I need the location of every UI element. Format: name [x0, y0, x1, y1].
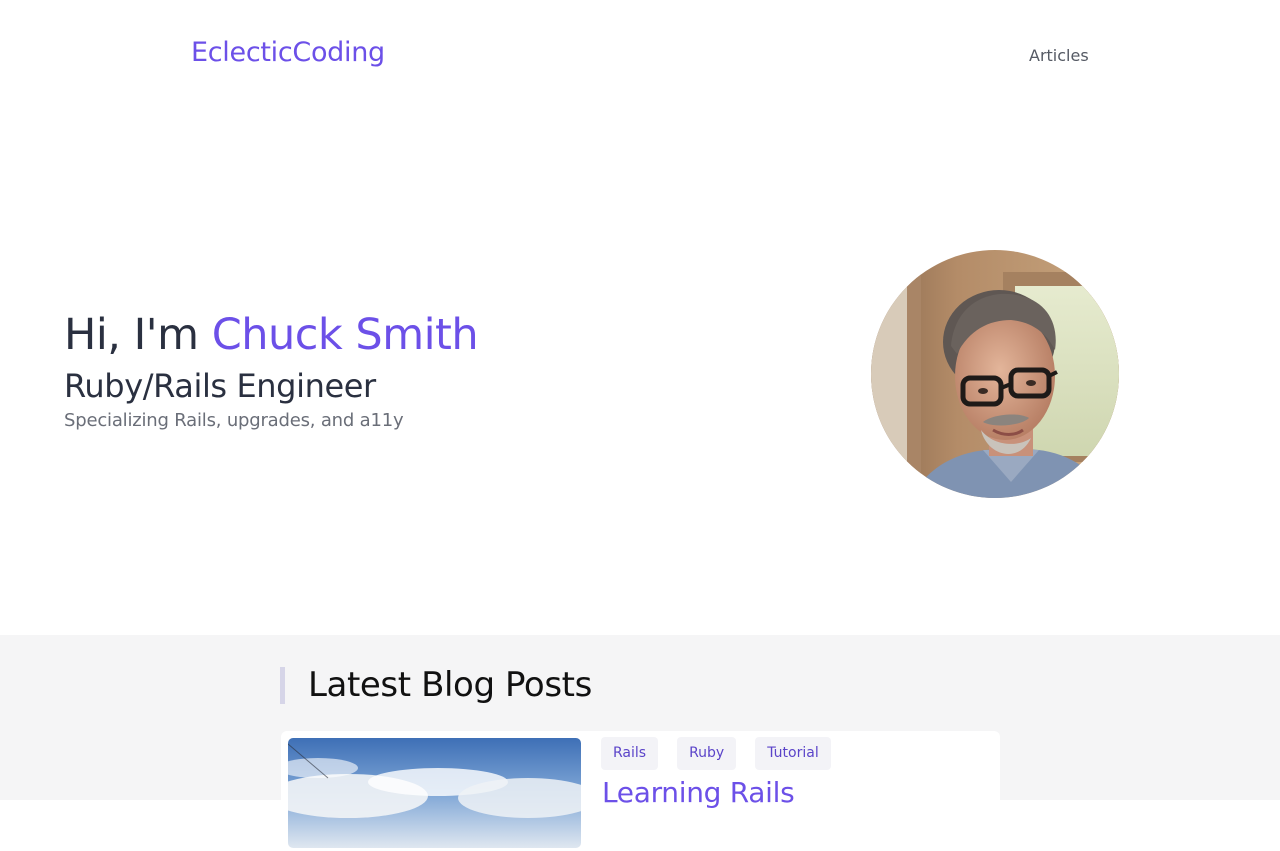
site-header: EclecticCoding Articles: [0, 0, 1280, 112]
post-card[interactable]: Rails Ruby Tutorial Learning Rails: [281, 731, 1000, 851]
site-logo-link[interactable]: EclecticCoding: [191, 37, 385, 68]
avatar: [871, 250, 1119, 498]
post-thumbnail-image: [288, 738, 581, 848]
hero-text: Hi, I'm Chuck Smith Ruby/Rails Engineer …: [64, 306, 764, 432]
hero-name: Chuck Smith: [211, 310, 479, 360]
post-tags: Rails Ruby Tutorial: [601, 737, 831, 770]
post-title-link[interactable]: Learning Rails: [602, 775, 795, 811]
latest-posts-section: Latest Blog Posts Rails Ruby Tutorial Le…: [0, 635, 1280, 851]
hero-role: Ruby/Rails Engineer: [64, 367, 376, 405]
hero-tagline: Specializing Rails, upgrades, and a11y: [64, 410, 404, 431]
greeting-prefix: Hi, I'm: [64, 310, 199, 360]
section-title: Latest Blog Posts: [308, 665, 592, 705]
avatar-photo: [871, 250, 1119, 498]
tag-tutorial[interactable]: Tutorial: [755, 737, 831, 770]
tag-rails[interactable]: Rails: [601, 737, 659, 770]
nav-link-articles[interactable]: Articles: [1029, 46, 1089, 65]
tag-ruby[interactable]: Ruby: [677, 737, 737, 770]
hero-greeting: Hi, I'm Chuck Smith: [64, 306, 764, 364]
post-thumbnail[interactable]: [288, 738, 581, 848]
section-accent-bar: [280, 667, 285, 704]
